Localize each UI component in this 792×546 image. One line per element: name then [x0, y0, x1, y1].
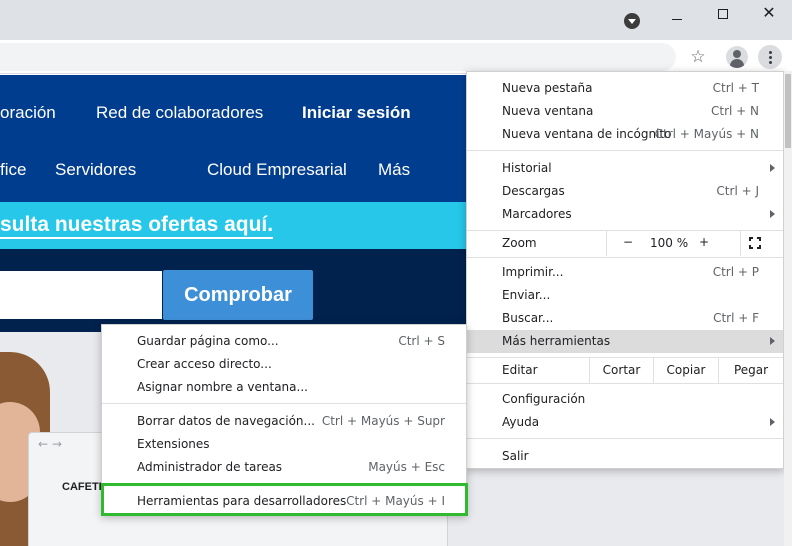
submenu-item-clear-data[interactable]: Borrar datos de navegación... Ctrl + May… [102, 410, 466, 433]
menu-item-downloads[interactable]: Descargas Ctrl + J [467, 180, 783, 203]
menu-item-bookmarks[interactable]: Marcadores [467, 203, 783, 226]
bookmark-star-icon[interactable]: ☆ [688, 47, 708, 67]
menu-item-exit[interactable]: Salir [467, 445, 783, 468]
menu-separator [467, 257, 783, 258]
check-domain-button[interactable]: Comprobar [163, 270, 313, 320]
menu-separator [467, 438, 783, 439]
address-bar[interactable] [0, 43, 676, 71]
minimize-icon [672, 18, 682, 20]
zoom-level: 100 % [650, 236, 689, 250]
menu-separator [467, 383, 783, 384]
chevron-right-icon [770, 418, 775, 426]
submenu-item-task-manager[interactable]: Administrador de tareas Mayús + Esc [102, 456, 466, 479]
profile-avatar-icon[interactable] [726, 46, 748, 68]
fullscreen-icon[interactable] [749, 237, 761, 249]
menu-item-help[interactable]: Ayuda [467, 411, 783, 434]
zoom-in-button[interactable]: + [699, 235, 709, 249]
submenu-item-save-page[interactable]: Guardar página como... Ctrl + S [102, 330, 466, 353]
close-icon: ✕ [762, 3, 776, 22]
menu-edit-row: Editar Cortar Copiar Pegar [467, 358, 783, 383]
close-button[interactable]: ✕ [746, 0, 792, 40]
zoom-control: − 100 % + [606, 231, 741, 256]
maximize-button[interactable] [700, 0, 746, 40]
nav-link-collaboration[interactable]: oración [0, 103, 56, 123]
menu-item-settings[interactable]: Configuración [467, 388, 783, 411]
chrome-menu: Nueva pestaña Ctrl + T Nueva ventana Ctr… [466, 71, 784, 469]
title-bar: ✕ [0, 0, 792, 40]
nav-link-cloud[interactable]: Cloud Empresarial [207, 160, 347, 180]
edit-paste-button[interactable]: Pegar [718, 358, 783, 383]
nav-link-office[interactable]: fice [0, 160, 26, 180]
menu-item-cast[interactable]: Enviar... [467, 284, 783, 307]
hero-browser-nav: ← → [38, 437, 62, 451]
tab-search-icon[interactable] [624, 13, 640, 29]
menu-item-new-window[interactable]: Nueva ventana Ctrl + N [467, 100, 783, 123]
submenu-separator [102, 403, 466, 404]
browser-toolbar: ☆ [0, 40, 792, 74]
chevron-right-icon [770, 164, 775, 172]
submenu-item-name-window[interactable]: Asignar nombre a ventana... [102, 376, 466, 399]
submenu-item-extensions[interactable]: Extensiones [102, 433, 466, 456]
nav-link-login[interactable]: Iniciar sesión [302, 103, 411, 123]
devtools-highlight-box [101, 483, 468, 516]
nav-link-servers[interactable]: Servidores [55, 160, 136, 180]
minimize-button[interactable] [654, 0, 700, 40]
menu-item-more-tools[interactable]: Más herramientas [467, 330, 783, 353]
domain-search-input[interactable] [0, 271, 162, 319]
menu-item-history[interactable]: Historial [467, 157, 783, 180]
maximize-icon [718, 9, 728, 19]
chevron-right-icon [770, 210, 775, 218]
menu-zoom-row: Zoom − 100 % + [467, 231, 783, 256]
chevron-right-icon [770, 337, 775, 345]
scrollbar-thumb[interactable] [785, 74, 791, 148]
edit-cut-button[interactable]: Cortar [589, 358, 653, 383]
menu-item-incognito[interactable]: Nueva ventana de incógnito Ctrl + Mayús … [467, 123, 783, 146]
menu-item-find[interactable]: Buscar... Ctrl + F [467, 307, 783, 330]
edit-copy-button[interactable]: Copiar [653, 358, 718, 383]
menu-item-new-tab[interactable]: Nueva pestaña Ctrl + T [467, 77, 783, 100]
chrome-menu-button[interactable] [758, 45, 782, 69]
nav-link-more[interactable]: Más [378, 160, 410, 180]
menu-separator [467, 150, 783, 151]
nav-link-partners[interactable]: Red de colaboradores [96, 103, 263, 123]
submenu-item-create-shortcut[interactable]: Crear acceso directo... [102, 353, 466, 376]
zoom-out-button[interactable]: − [623, 235, 633, 249]
offers-link[interactable]: sulta nuestras ofertas aquí. [0, 213, 274, 239]
menu-item-print[interactable]: Imprimir... Ctrl + P [467, 261, 783, 284]
hero-cafe-logo: CAFETI [62, 481, 102, 493]
